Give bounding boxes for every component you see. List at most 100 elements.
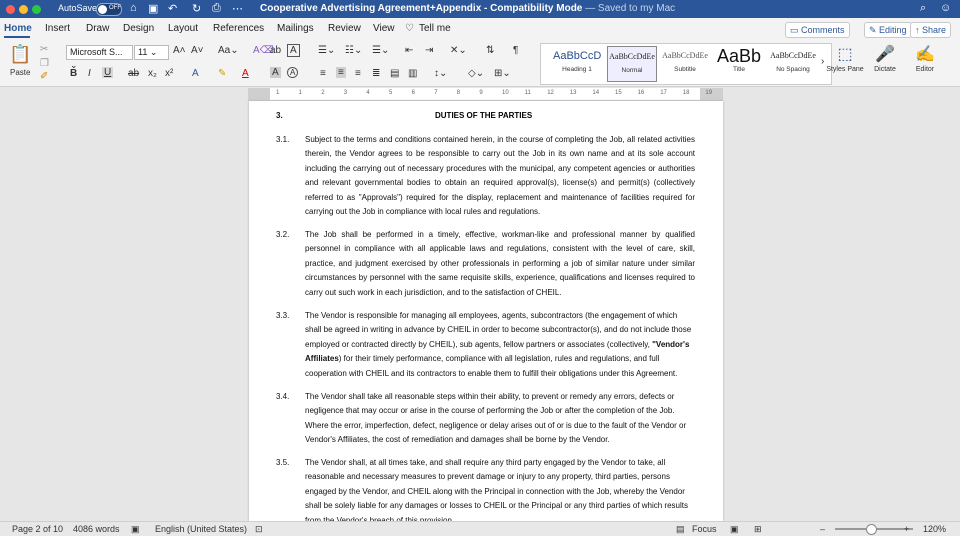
- ruler-number: 17: [660, 90, 667, 96]
- tab-references[interactable]: References: [213, 23, 264, 34]
- bullets-icon[interactable]: ☰⌄: [318, 45, 335, 56]
- tab-layout[interactable]: Layout: [168, 23, 198, 34]
- redo-icon[interactable]: ↻: [192, 2, 201, 15]
- zoom-slider-handle[interactable]: [866, 524, 877, 535]
- document-page[interactable]: 3. DUTIES OF THE PARTIES 3.1. Subject to…: [249, 101, 723, 521]
- ruler-number: 12: [547, 90, 554, 96]
- gallery-more-icon[interactable]: ›: [821, 56, 824, 67]
- shading-icon[interactable]: ◇⌄: [468, 68, 484, 79]
- word-count[interactable]: 4086 words: [73, 524, 120, 534]
- clause-text[interactable]: Subject to the terms and conditions cont…: [305, 133, 695, 219]
- share-button[interactable]: ↑ Share: [910, 22, 952, 38]
- clause-text[interactable]: The Vendor shall, at all times take, and…: [305, 456, 695, 521]
- style-subtitle[interactable]: AaBbCcDdEe Subtitle: [661, 46, 709, 80]
- ruler-number: 1: [298, 90, 302, 96]
- language-indicator[interactable]: English (United States): [155, 524, 247, 534]
- editing-button[interactable]: ✎ Editing: [864, 22, 912, 38]
- styles-pane-button[interactable]: ⬚ Styles Pane: [825, 44, 865, 73]
- grow-font-icon[interactable]: A˄: [173, 45, 186, 56]
- home-icon[interactable]: ⌂: [130, 2, 137, 14]
- font-size-select[interactable]: 11 ⌄: [134, 45, 169, 60]
- numbering-icon[interactable]: ☷⌄: [345, 45, 362, 56]
- zoom-in-icon[interactable]: +: [904, 524, 909, 534]
- asian-layout-icon[interactable]: ✕⌄: [450, 45, 467, 56]
- change-case-icon[interactable]: Aa⌄: [218, 45, 239, 56]
- bold-icon[interactable]: B: [70, 68, 77, 79]
- superscript-icon[interactable]: x²: [165, 68, 173, 79]
- style-normal[interactable]: AaBbCcDdEe Normal: [607, 46, 657, 82]
- clause-text[interactable]: The Vendor is responsible for managing a…: [305, 309, 695, 381]
- horizontal-ruler[interactable]: 1 1 2 3 4 5 6 7 8 9 10 11 12 13 14 15 16 17 18 19: [248, 88, 723, 101]
- print-layout-icon[interactable]: ▣: [730, 524, 739, 535]
- more-icon[interactable]: ⋯: [232, 2, 243, 15]
- clause-number: 3.4.: [276, 392, 290, 401]
- borders-icon[interactable]: ⊞⌄: [494, 68, 511, 79]
- proofing-icon[interactable]: ▣: [131, 524, 140, 535]
- autosave-toggle[interactable]: OFF: [96, 3, 122, 16]
- save-icon[interactable]: ▣: [148, 2, 158, 15]
- multilevel-list-icon[interactable]: ☰⌄: [372, 45, 389, 56]
- title-bar: AutoSave OFF ⌂ ▣ ↶ ↻ ⎙ ⋯ Cooperative Adv…: [0, 0, 960, 18]
- accessibility-icon[interactable]: ⊡: [255, 524, 263, 535]
- zoom-out-icon[interactable]: –: [820, 524, 825, 534]
- tab-insert[interactable]: Insert: [45, 23, 70, 34]
- show-formatting-icon[interactable]: ¶: [513, 45, 518, 56]
- search-icon[interactable]: ⌕: [920, 2, 926, 15]
- style-heading-1[interactable]: AaBbCcD Heading 1: [553, 46, 601, 80]
- editor-button[interactable]: ✍ Editor: [905, 44, 945, 73]
- enclose-characters-icon[interactable]: A: [287, 67, 299, 78]
- line-spacing-icon[interactable]: ↕⌄: [434, 68, 447, 79]
- phonetic-guide-icon[interactable]: ab: [270, 45, 281, 56]
- tab-design[interactable]: Design: [123, 23, 154, 34]
- increase-indent-icon[interactable]: ⇥: [425, 45, 433, 56]
- text-effects-icon[interactable]: A: [192, 68, 199, 79]
- focus-button[interactable]: Focus: [692, 524, 717, 534]
- account-icon[interactable]: ☺: [940, 2, 951, 14]
- web-layout-icon[interactable]: ⊞: [754, 524, 762, 535]
- clause-text[interactable]: The Vendor shall take all reasonable ste…: [305, 390, 695, 448]
- style-title[interactable]: AaBb Title: [715, 46, 763, 80]
- sort-icon[interactable]: ⇅: [486, 45, 494, 56]
- paste-icon[interactable]: 📋: [9, 44, 31, 65]
- shrink-font-icon[interactable]: A˅: [191, 45, 204, 56]
- decrease-indent-icon[interactable]: ⇤: [405, 45, 413, 56]
- character-border-icon[interactable]: A: [287, 44, 300, 57]
- columns-icon[interactable]: ▥: [408, 68, 417, 79]
- highlight-icon[interactable]: ✎: [218, 68, 226, 79]
- tab-mailings[interactable]: Mailings: [277, 23, 314, 34]
- align-right-icon[interactable]: ≡: [355, 68, 361, 79]
- strikethrough-icon[interactable]: ab: [128, 68, 139, 79]
- subscript-icon[interactable]: x₂: [148, 68, 157, 79]
- print-icon[interactable]: ⎙: [212, 2, 221, 15]
- dictate-button[interactable]: 🎤 Dictate: [865, 44, 905, 73]
- close-window-button[interactable]: [6, 5, 15, 14]
- undo-icon[interactable]: ↶: [168, 2, 177, 15]
- paste-button-label[interactable]: Paste: [10, 68, 30, 77]
- minimize-window-button[interactable]: [19, 5, 28, 14]
- tab-view[interactable]: View: [373, 23, 395, 34]
- italic-icon[interactable]: I: [88, 68, 91, 79]
- align-center-icon[interactable]: ≡: [336, 67, 346, 78]
- style-no-spacing[interactable]: AaBbCcDdEe No Spacing: [769, 46, 817, 80]
- distributed-icon[interactable]: ▤: [390, 68, 399, 79]
- format-painter-icon[interactable]: ✐: [40, 71, 48, 82]
- character-shading-icon[interactable]: A: [270, 67, 281, 78]
- copy-icon[interactable]: ❐: [40, 58, 49, 69]
- font-color-icon[interactable]: A: [242, 68, 249, 79]
- align-left-icon[interactable]: ≡: [320, 68, 326, 79]
- zoom-level[interactable]: 120%: [923, 524, 946, 534]
- page-count[interactable]: Page 2 of 10: [12, 524, 63, 534]
- tab-review[interactable]: Review: [328, 23, 361, 34]
- cut-icon[interactable]: ✂: [40, 44, 48, 55]
- clause-text[interactable]: The Job shall be performed in a timely, …: [305, 228, 695, 300]
- tab-home[interactable]: Home: [4, 23, 32, 34]
- ruler-number: 16: [637, 90, 645, 96]
- tell-me-field[interactable]: Tell me: [419, 23, 451, 34]
- comments-button[interactable]: ▭ Comments: [785, 22, 850, 38]
- underline-icon[interactable]: U: [102, 67, 114, 78]
- zoom-window-button[interactable]: [32, 5, 41, 14]
- tab-draw[interactable]: Draw: [86, 23, 109, 34]
- font-name-select[interactable]: Microsoft S... ⌄: [66, 45, 133, 70]
- focus-icon[interactable]: ▤: [676, 524, 685, 535]
- justify-icon[interactable]: ≣: [372, 68, 380, 79]
